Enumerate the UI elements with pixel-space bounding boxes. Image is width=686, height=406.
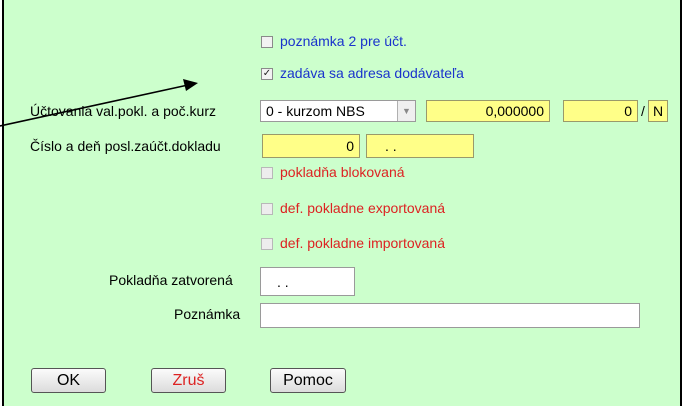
chevron-down-icon[interactable]: ▼ xyxy=(397,101,415,121)
doc-date-value: . . xyxy=(385,138,397,154)
help-button[interactable]: Pomoc xyxy=(270,368,346,393)
checkmark-icon: ✓ xyxy=(262,68,272,79)
rate-value: 0,000000 xyxy=(485,103,544,119)
doc-number-input[interactable]: 0 xyxy=(262,134,360,158)
def-exported-label: def. pokladne exportovaná xyxy=(280,200,446,216)
count-value: 0 xyxy=(624,103,632,119)
cancel-button[interactable]: Zruš xyxy=(151,368,226,393)
def-imported-checkbox[interactable] xyxy=(261,238,273,250)
note2-checkbox[interactable] xyxy=(261,36,273,48)
accounting-mode-select[interactable]: 0 - kurzom NBS ▼ xyxy=(260,100,416,122)
supplier-address-label: zadáva sa adresa dodávateľa xyxy=(280,65,464,81)
register-blocked-checkbox[interactable] xyxy=(261,167,273,179)
register-blocked-label: pokladňa blokovaná xyxy=(280,164,405,180)
note-input[interactable] xyxy=(260,303,640,328)
register-closed-date-input[interactable]: . . xyxy=(260,267,355,296)
rate-row-label: Účtovania val.pokl. a poč.kurz xyxy=(30,103,216,119)
supplier-address-checkbox[interactable]: ✓ xyxy=(261,68,273,80)
note-label: Poznámka xyxy=(174,306,241,322)
doc-row-label: Číslo a deň posl.zaúčt.dokladu xyxy=(30,138,221,154)
note2-label: poznámka 2 pre účt. xyxy=(280,33,407,49)
ok-button[interactable]: OK xyxy=(31,368,106,393)
def-imported-label: def. pokladne importovaná xyxy=(280,235,445,251)
flag-value: N xyxy=(653,103,664,119)
count-input[interactable]: 0 xyxy=(563,100,638,122)
register-closed-date-value: . . xyxy=(277,273,289,290)
def-exported-checkbox[interactable] xyxy=(261,203,273,215)
flag-input[interactable]: N xyxy=(648,100,668,122)
doc-date-input[interactable]: . . xyxy=(366,134,474,158)
register-closed-label: Pokladňa zatvorená xyxy=(109,272,233,288)
doc-number-value: 0 xyxy=(346,138,354,154)
rate-separator: / xyxy=(641,103,645,119)
accounting-mode-value: 0 - kurzom NBS xyxy=(266,103,365,119)
rate-input[interactable]: 0,000000 xyxy=(426,100,550,122)
